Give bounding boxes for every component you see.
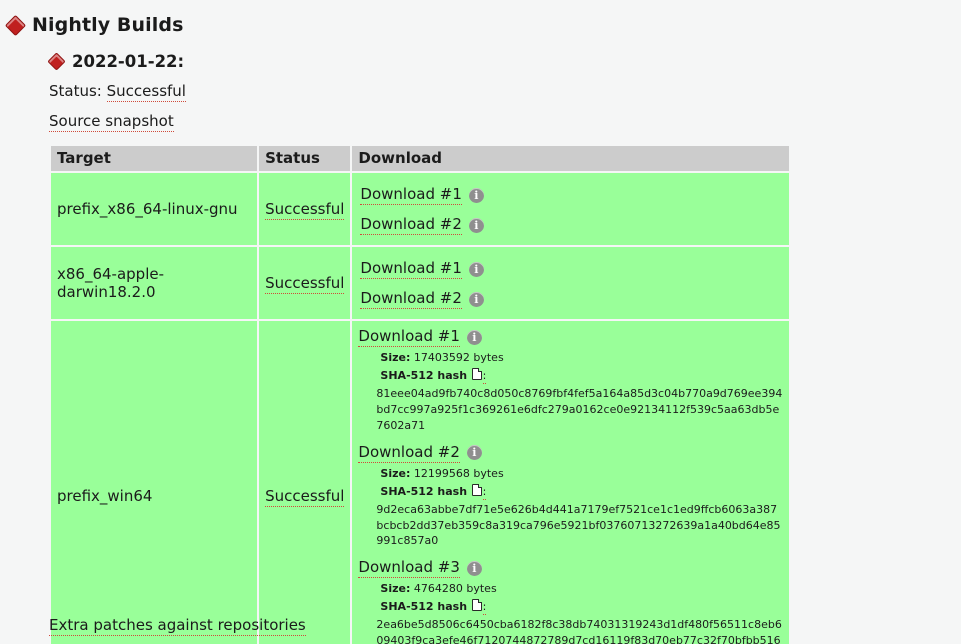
info-icon[interactable]: i	[466, 560, 482, 576]
cell-target: prefix_win64	[51, 321, 258, 644]
cell-download: Download #1 i Download #2 i	[352, 173, 789, 245]
source-snapshot-link[interactable]: Source snapshot	[49, 112, 174, 132]
download-entry: Download #2 i	[360, 215, 783, 235]
hash-value: 81eee04ad9fb740c8d050c8769fbf4fef5a164a8…	[376, 386, 783, 432]
table-row: prefix_x86_64-linux-gnu Successful Downl…	[51, 173, 789, 245]
hash-colon[interactable]: :	[482, 600, 487, 616]
table-row: prefix_win64 Successful Download #1 i Si…	[51, 321, 789, 644]
download-link[interactable]: Download #1	[358, 327, 460, 347]
hash-colon[interactable]: :	[482, 484, 487, 500]
download-entry: Download #2 i Size: 12199568 bytes SHA-5…	[358, 443, 783, 550]
download-link[interactable]: Download #1	[360, 185, 462, 205]
cell-status: Successful	[259, 247, 351, 319]
download-entry: Download #1 i Size: 17403592 bytes SHA-5…	[358, 327, 783, 434]
page-title: Nightly Builds	[4, 14, 184, 36]
download-link[interactable]: Download #2	[360, 215, 462, 235]
status-badge[interactable]: Successful	[106, 82, 186, 102]
download-header: Download #1 i	[358, 327, 783, 347]
table-row: x86_64-apple-darwin18.2.0 Successful Dow…	[51, 247, 789, 319]
builds-table-body: prefix_x86_64-linux-gnu Successful Downl…	[51, 173, 789, 644]
info-icon[interactable]: i	[468, 187, 484, 203]
download-hash-label: SHA-512 hash :	[380, 599, 783, 616]
size-value: 4764280 bytes	[413, 582, 497, 596]
column-header-download: Download	[352, 146, 789, 171]
builds-table: Target Status Download prefix_x86_64-lin…	[49, 144, 791, 644]
status-badge[interactable]: Successful	[265, 274, 345, 294]
status-badge[interactable]: Successful	[265, 200, 345, 220]
file-icon[interactable]	[471, 599, 482, 612]
download-header: Download #2 i	[358, 443, 783, 463]
hash-label: SHA-512 hash	[380, 484, 468, 498]
build-status-line: Status: Successful	[49, 82, 186, 102]
diamond-bullet-icon	[47, 52, 66, 71]
size-value: 17403592 bytes	[413, 351, 504, 364]
download-hash-label: SHA-512 hash :	[380, 367, 783, 384]
info-icon[interactable]: i	[468, 291, 484, 307]
size-value: 12199568 bytes	[413, 466, 504, 480]
download-link[interactable]: Download #2	[360, 289, 462, 309]
info-icon[interactable]: i	[468, 217, 484, 233]
download-size: Size: 4764280 bytes	[380, 581, 783, 597]
date-heading: 2022-01-22:	[47, 52, 185, 71]
table-header-row: Target Status Download	[51, 146, 789, 171]
hash-colon[interactable]: :	[482, 368, 487, 384]
cell-download: Download #1 i Size: 17403592 bytes SHA-5…	[352, 321, 789, 644]
download-link[interactable]: Download #2	[358, 443, 460, 463]
file-icon[interactable]	[471, 367, 482, 380]
builds-table-head: Target Status Download	[51, 146, 789, 171]
cell-status: Successful	[259, 321, 351, 644]
size-label: Size:	[380, 466, 411, 480]
extra-patches-link[interactable]: Extra patches against repositories	[49, 616, 306, 636]
info-icon[interactable]: i	[468, 261, 484, 277]
hash-value: 9d2eca63abbe7df71e5e626b4d441a7179ef7521…	[376, 502, 781, 548]
page-title-text: Nightly Builds	[32, 14, 184, 36]
download-size: Size: 12199568 bytes	[380, 466, 783, 482]
source-snapshot-line: Source snapshot	[49, 112, 174, 132]
column-header-status: Status	[259, 146, 351, 171]
download-entry: Download #3 i Size: 4764280 bytes SHA-51…	[358, 558, 783, 644]
diamond-bullet-icon	[4, 14, 27, 36]
extra-patches-line: Extra patches against repositories	[49, 616, 306, 636]
download-hash-label: SHA-512 hash :	[380, 483, 783, 500]
cell-download: Download #1 i Download #2 i	[352, 247, 789, 319]
hash-value: 2ea6be5d8506c6450cba6182f8c38db740313192…	[376, 618, 782, 644]
download-link[interactable]: Download #1	[360, 259, 462, 279]
hash-label: SHA-512 hash	[380, 600, 468, 614]
hash-label: SHA-512 hash	[380, 368, 468, 382]
column-header-target: Target	[51, 146, 258, 171]
download-header: Download #3 i	[358, 558, 783, 579]
cell-status: Successful	[259, 173, 351, 245]
download-entry: Download #1 i	[360, 259, 783, 279]
size-label: Size:	[380, 582, 411, 596]
nightly-builds-page: Nightly Builds 2022-01-22: Status: Succe…	[0, 0, 961, 644]
download-size: Size: 17403592 bytes	[380, 350, 783, 366]
date-heading-text: 2022-01-22:	[72, 52, 185, 71]
status-badge[interactable]: Successful	[265, 487, 345, 508]
size-label: Size:	[380, 351, 411, 364]
status-label: Status:	[49, 82, 102, 100]
cell-target: x86_64-apple-darwin18.2.0	[51, 247, 258, 319]
info-icon[interactable]: i	[466, 329, 482, 345]
download-entry: Download #1 i	[360, 185, 783, 205]
info-icon[interactable]: i	[466, 445, 482, 461]
download-entry: Download #2 i	[360, 289, 783, 309]
download-link[interactable]: Download #3	[358, 558, 460, 579]
file-icon[interactable]	[471, 483, 482, 496]
cell-target: prefix_x86_64-linux-gnu	[51, 173, 258, 245]
